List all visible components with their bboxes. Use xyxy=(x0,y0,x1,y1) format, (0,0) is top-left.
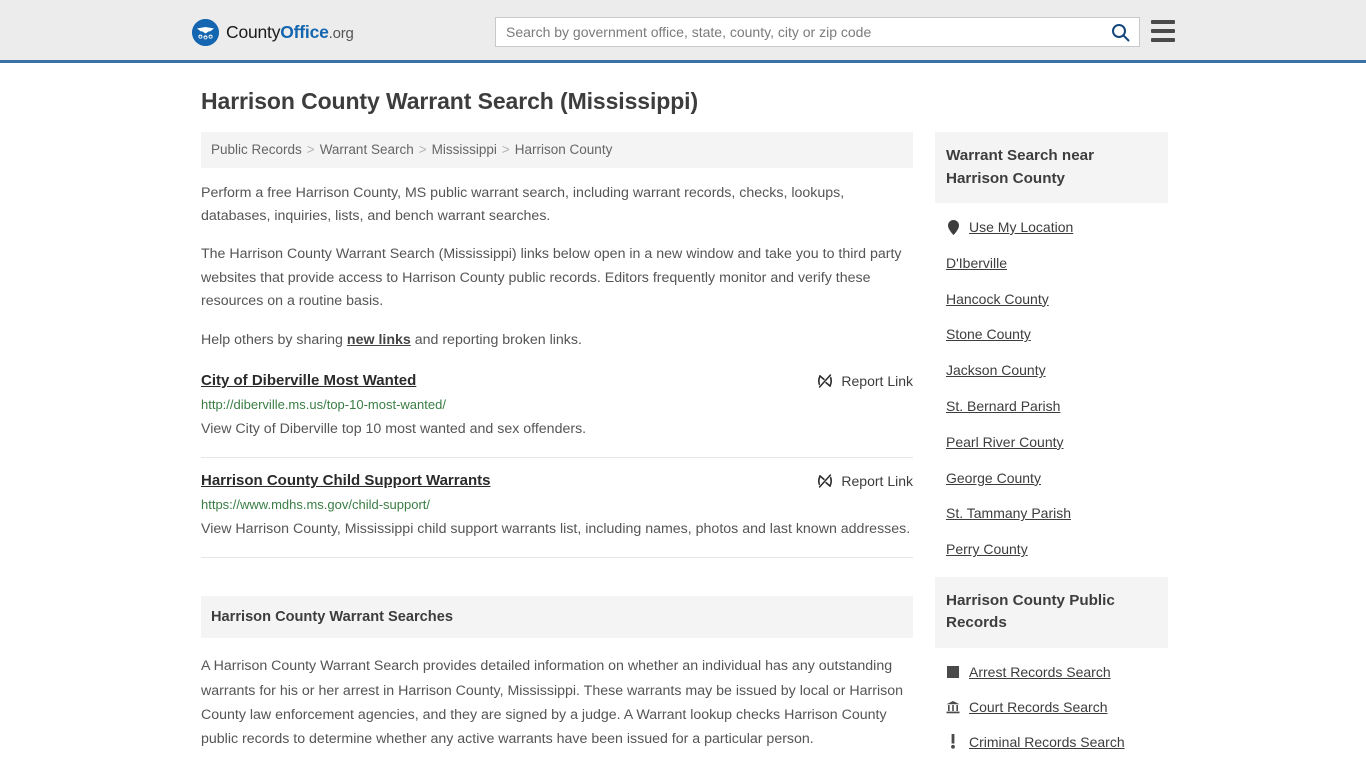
breadcrumb-item-harrison-county[interactable]: Harrison County xyxy=(515,142,613,157)
search-bar[interactable] xyxy=(495,17,1140,47)
sidebar-item-label: D'Iberville xyxy=(946,254,1008,271)
section-heading: Harrison County Warrant Searches xyxy=(201,596,913,639)
site-header: CountyOffice.org xyxy=(0,0,1366,63)
hamburger-bar xyxy=(1151,20,1175,24)
sidebar-item-pearl-river-county[interactable]: Pearl River County xyxy=(946,434,1168,451)
exclamation-icon xyxy=(946,734,960,750)
sidebar-records-heading: Harrison County Public Records xyxy=(935,576,1168,648)
sidebar-item-label: Stone County xyxy=(946,326,1031,343)
sidebar-item-use-my-location[interactable]: Use My Location xyxy=(946,219,1168,236)
sidebar-item-st-bernard-parish[interactable]: St. Bernard Parish xyxy=(946,398,1168,415)
broken-link-icon xyxy=(818,473,833,489)
sidebar-item-label: Jackson County xyxy=(946,362,1046,379)
section-body: A Harrison County Warrant Search provide… xyxy=(201,638,913,768)
sidebar-item-label: Use My Location xyxy=(969,219,1074,235)
intro-paragraph-3: Help others by sharing new links and rep… xyxy=(201,329,913,352)
sidebar-item-stone-county[interactable]: Stone County xyxy=(946,326,1168,343)
sidebar-item-label: George County xyxy=(946,469,1041,486)
sidebar-nearby-list: Use My Location D'Iberville Hancock Coun… xyxy=(935,203,1168,558)
sidebar-item-label: Arrest Records Search xyxy=(969,663,1111,680)
logo-text-county: County xyxy=(226,22,281,42)
intro-paragraph-1: Perform a free Harrison County, MS publi… xyxy=(201,184,845,224)
resource-url[interactable]: https://www.mdhs.ms.gov/child-support/ xyxy=(201,497,913,514)
sidebar-item-label: St. Tammany Parish xyxy=(946,505,1072,522)
search-input[interactable] xyxy=(496,18,1101,46)
sidebar-item-arrest-records-search[interactable]: Arrest Records Search xyxy=(946,664,1168,681)
sidebar-item-label: Pearl River County xyxy=(946,433,1064,450)
logo-text-org: .org xyxy=(328,25,354,42)
sidebar-item-label: Court Records Search xyxy=(969,698,1108,715)
map-pin-icon xyxy=(946,219,960,235)
breadcrumb-separator: > xyxy=(306,142,315,157)
page-body: Harrison County Warrant Search (Mississi… xyxy=(0,63,1366,768)
breadcrumb-item-mississippi[interactable]: Mississippi xyxy=(432,142,497,157)
square-icon xyxy=(946,664,960,680)
sidebar-item-st-tammany-parish[interactable]: St. Tammany Parish xyxy=(946,505,1168,522)
site-logo[interactable]: CountyOffice.org xyxy=(192,19,354,46)
resource-link-list: City of Diberville Most Wanted Report Li… xyxy=(201,372,913,559)
intro-text: Perform a free Harrison County, MS publi… xyxy=(201,182,913,353)
broken-link-icon xyxy=(818,373,833,389)
page-title: Harrison County Warrant Search (Mississi… xyxy=(201,88,699,114)
breadcrumb-separator: > xyxy=(418,142,427,157)
intro-paragraph-2: The Harrison County Warrant Search (Miss… xyxy=(201,246,902,310)
resource-url[interactable]: http://diberville.ms.us/top-10-most-want… xyxy=(201,397,913,414)
sidebar: Warrant Search near Harrison County Use … xyxy=(935,132,1168,768)
report-link-button[interactable]: Report Link xyxy=(817,373,913,389)
search-icon xyxy=(1111,23,1129,41)
courthouse-icon xyxy=(946,699,960,715)
section-paragraph: A Harrison County Warrant Search provide… xyxy=(201,658,904,748)
sidebar-public-records-box: Harrison County Public Records Arrest Re… xyxy=(935,576,1168,768)
resource-title-link[interactable]: Harrison County Child Support Warrants xyxy=(201,472,490,491)
list-item: City of Diberville Most Wanted Report Li… xyxy=(201,372,913,459)
report-link-label: Report Link xyxy=(841,473,913,490)
hamburger-bar xyxy=(1151,29,1175,33)
sidebar-nearby-box: Warrant Search near Harrison County Use … xyxy=(935,132,1168,558)
sidebar-item-perry-county[interactable]: Perry County xyxy=(946,541,1168,558)
sidebar-nearby-heading: Warrant Search near Harrison County xyxy=(935,132,1168,203)
breadcrumb: Public Records > Warrant Search > Mississipp… xyxy=(201,132,913,168)
link-header-row: Harrison County Child Support Warrants R… xyxy=(201,472,913,491)
breadcrumb-item-warrant-search[interactable]: Warrant Search xyxy=(320,142,414,157)
report-link-button[interactable]: Report Link xyxy=(817,473,913,489)
hamburger-bar xyxy=(1151,38,1175,42)
logo-text: CountyOffice.org xyxy=(226,22,354,43)
sidebar-item-label: Hancock County xyxy=(946,290,1049,307)
resource-title-link[interactable]: City of Diberville Most Wanted xyxy=(201,372,416,391)
breadcrumb-item-public-records[interactable]: Public Records xyxy=(211,142,302,157)
new-links-link[interactable]: new links xyxy=(347,332,411,348)
hamburger-menu-icon[interactable] xyxy=(1151,20,1175,42)
sidebar-item-court-records-search[interactable]: Court Records Search xyxy=(946,699,1168,716)
list-item: Harrison County Child Support Warrants R… xyxy=(201,472,913,559)
sidebar-item-george-county[interactable]: George County xyxy=(946,470,1168,487)
sidebar-item-criminal-records-search[interactable]: Criminal Records Search xyxy=(946,734,1168,751)
main-content: Public Records > Warrant Search > Mississipp… xyxy=(201,132,913,768)
intro-p3-after: and reporting broken links. xyxy=(410,331,582,348)
resource-description: View Harrison County, Mississippi child … xyxy=(201,520,911,537)
sidebar-item-label: Perry County xyxy=(946,541,1028,558)
sidebar-item-jackson-county[interactable]: Jackson County xyxy=(946,362,1168,379)
sidebar-item-diberville[interactable]: D'Iberville xyxy=(946,255,1168,272)
sidebar-records-list: Arrest Records Search Court Records Sear… xyxy=(935,648,1168,768)
sidebar-item-label: St. Bernard Parish xyxy=(946,397,1061,414)
eagle-shield-emblem-icon xyxy=(192,19,219,46)
search-button[interactable] xyxy=(1101,18,1139,46)
resource-description: View City of Diberville top 10 most want… xyxy=(201,420,587,437)
link-header-row: City of Diberville Most Wanted Report Li… xyxy=(201,372,913,391)
sidebar-item-label: Criminal Records Search xyxy=(969,733,1125,750)
warrant-searches-section: Harrison County Warrant Searches A Harri… xyxy=(201,596,913,768)
logo-text-office: Office xyxy=(280,22,329,42)
report-link-label: Report Link xyxy=(841,373,913,390)
sidebar-item-hancock-county[interactable]: Hancock County xyxy=(946,291,1168,308)
intro-p3-before: Help others by sharing xyxy=(201,331,347,348)
breadcrumb-separator: > xyxy=(501,142,510,157)
